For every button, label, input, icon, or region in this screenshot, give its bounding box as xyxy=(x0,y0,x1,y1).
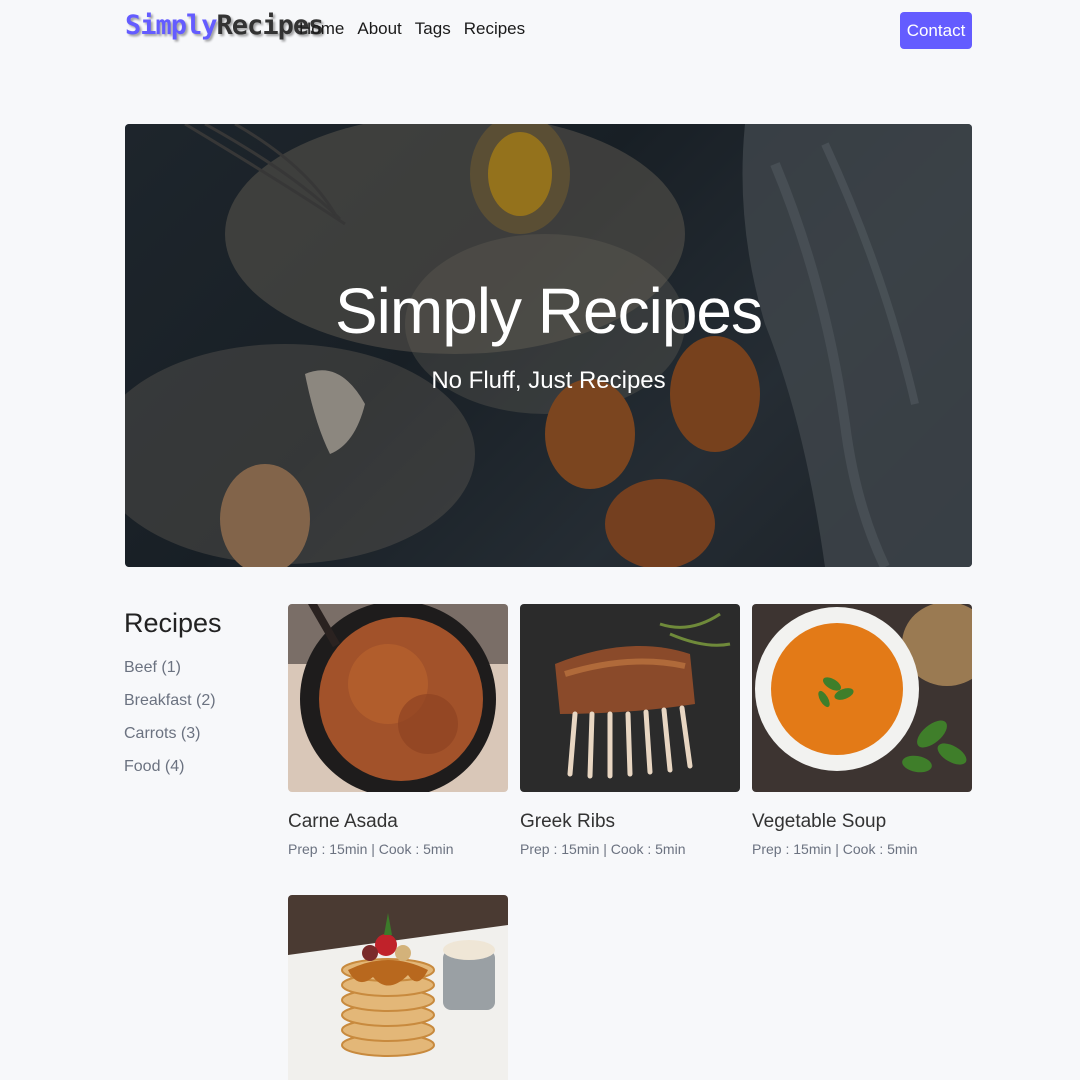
hero-title: Simply Recipes xyxy=(334,275,763,347)
recipe-card[interactable]: Greek Ribs Prep : 15min | Cook : 5min xyxy=(520,604,740,857)
nav-link-tags[interactable]: Tags xyxy=(415,19,451,39)
recipe-card[interactable]: Vegetable Soup Prep : 15min | Cook : 5mi… xyxy=(752,604,972,857)
recipe-title[interactable]: Carne Asada xyxy=(288,811,508,833)
nav-links: Home About Tags Recipes xyxy=(299,19,525,39)
tag-item-carrots[interactable]: Carrots (3) xyxy=(124,723,216,756)
hero-banner: Simply Recipes No Fluff, Just Recipes xyxy=(125,124,972,567)
recipe-title[interactable]: Vegetable Soup xyxy=(752,811,972,833)
recipe-meta: Prep : 15min | Cook : 5min xyxy=(520,841,686,857)
nav-link-home[interactable]: Home xyxy=(299,19,344,39)
tag-list: Beef (1) Breakfast (2) Carrots (3) Food … xyxy=(124,657,216,789)
recipe-title[interactable]: Greek Ribs xyxy=(520,811,740,833)
tag-item-breakfast[interactable]: Breakfast (2) xyxy=(124,690,216,723)
recipe-card[interactable]: Carne Asada Prep : 15min | Cook : 5min xyxy=(288,604,508,857)
recipe-meta: Prep : 15min | Cook : 5min xyxy=(752,841,918,857)
logo-part-simply: Simply xyxy=(125,10,218,41)
tag-item-beef[interactable]: Beef (1) xyxy=(124,657,216,690)
hero-subtitle: No Fluff, Just Recipes xyxy=(431,367,666,394)
recipe-image-carne-asada[interactable] xyxy=(288,604,508,792)
recipe-card[interactable] xyxy=(288,895,508,1080)
tag-item-food[interactable]: Food (4) xyxy=(124,756,216,789)
nav-link-about[interactable]: About xyxy=(357,19,401,39)
site-logo[interactable]: SimplyRecipes xyxy=(125,10,324,41)
recipe-meta: Prep : 15min | Cook : 5min xyxy=(288,841,454,857)
recipe-image-pancakes[interactable] xyxy=(288,895,508,1080)
contact-button[interactable]: Contact xyxy=(900,12,972,49)
sidebar-title: Recipes xyxy=(124,608,222,638)
recipe-image-greek-ribs[interactable] xyxy=(520,604,740,792)
navbar: SimplyRecipes Home About Tags Recipes Co… xyxy=(125,0,972,60)
recipe-image-vegetable-soup[interactable] xyxy=(752,604,972,792)
nav-link-recipes[interactable]: Recipes xyxy=(464,19,525,39)
